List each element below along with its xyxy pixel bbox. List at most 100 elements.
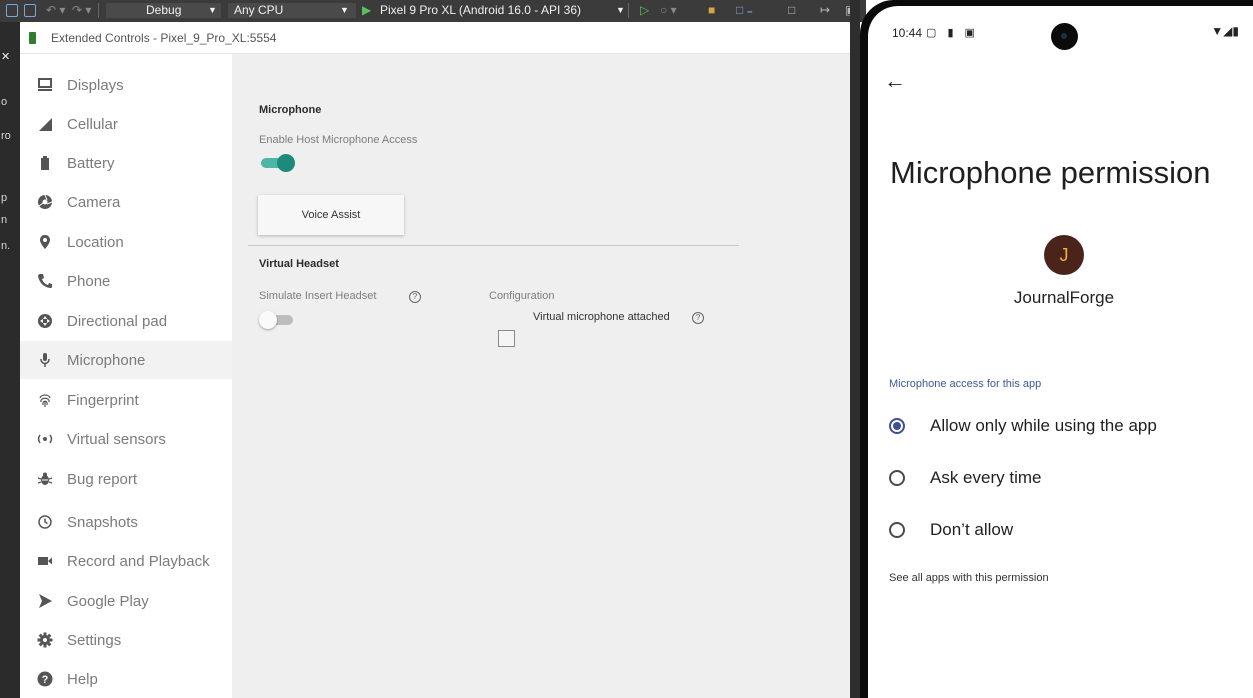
nav-item-battery[interactable]: Battery xyxy=(20,144,232,182)
radio-unselected-icon[interactable] xyxy=(889,470,905,486)
window-title: Extended Controls - Pixel_9_Pro_XL:5554 xyxy=(51,31,277,45)
window-titlebar: Extended Controls - Pixel_9_Pro_XL:5554 xyxy=(20,22,850,54)
microphone-panel: Microphone Enable Host Microphone Access… xyxy=(232,54,850,698)
monitor-icon xyxy=(36,76,54,94)
nav-label: Help xyxy=(67,670,98,688)
platform-dropdown[interactable]: Any CPU ▼ xyxy=(228,3,356,18)
platform-value: Any CPU xyxy=(234,3,284,17)
chevron-down-icon: ▼ xyxy=(208,5,217,15)
nav-label: Google Play xyxy=(67,592,149,610)
nav-item-virtual-sensors[interactable]: Virtual sensors xyxy=(20,420,232,458)
nav-item-fingerprint[interactable]: Fingerprint xyxy=(20,381,232,419)
page-title: Microphone permission xyxy=(890,155,1211,190)
nav-label: Location xyxy=(67,233,124,251)
nav-label: Phone xyxy=(67,272,111,290)
toolbox-icon[interactable]: ■ xyxy=(708,3,715,18)
undo-icon[interactable]: ↶ ▾ xyxy=(46,3,65,18)
see-all-apps-link[interactable]: See all apps with this permission xyxy=(889,572,1049,584)
radio-unselected-icon[interactable] xyxy=(889,522,905,538)
start-without-debug-icon[interactable]: ▷ xyxy=(640,3,649,18)
gear-icon xyxy=(36,631,54,649)
step-icon[interactable]: ↦ xyxy=(820,3,830,18)
simulate-headset-label: Simulate Insert Headset xyxy=(259,290,377,302)
configuration-label: Configuration xyxy=(489,290,555,302)
help-icon[interactable]: ? xyxy=(409,291,421,303)
nav-item-directional-pad[interactable]: Directional pad xyxy=(20,302,232,340)
nav-label: Camera xyxy=(67,193,121,211)
status-time: 10:44 xyxy=(892,26,923,40)
redo-icon[interactable]: ↷ ▾ xyxy=(72,3,91,18)
section-title-microphone: Microphone xyxy=(259,104,322,116)
voice-assist-button[interactable]: Voice Assist xyxy=(258,195,404,235)
device-manager-icon[interactable]: □ ₌ xyxy=(736,3,753,18)
signal-icon xyxy=(36,115,54,133)
nav-item-phone[interactable]: Phone xyxy=(20,262,232,300)
fingerprint-icon xyxy=(36,391,54,409)
simulate-headset-toggle[interactable] xyxy=(259,311,295,329)
window-gap xyxy=(850,0,860,698)
ide-fragment: n xyxy=(1,214,8,226)
app-avatar: J xyxy=(1044,235,1084,275)
enable-mic-toggle[interactable] xyxy=(259,154,295,172)
layout-icon[interactable]: □ xyxy=(788,3,795,18)
radio-label: Ask every time xyxy=(930,468,1042,487)
ide-fragment: p xyxy=(1,192,8,204)
nav-item-snapshots[interactable]: Snapshots xyxy=(20,503,232,541)
bug-icon xyxy=(36,470,54,488)
status-notification-icons: ▢ ▮ ▣ xyxy=(926,27,979,39)
battery-icon xyxy=(36,154,54,172)
chevron-down-icon: ▼ xyxy=(340,5,349,15)
radio-option-allow-while-using[interactable]: Allow only while using the app xyxy=(889,412,1249,440)
dpad-icon xyxy=(36,312,54,330)
nav-item-help[interactable]: ? Help xyxy=(20,660,232,698)
section-header: Microphone access for this app xyxy=(889,378,1042,390)
svg-text:?: ? xyxy=(42,674,49,686)
nav-label: Virtual sensors xyxy=(67,430,166,448)
radio-option-dont-allow[interactable]: Don’t allow xyxy=(889,516,1249,544)
nav-item-camera[interactable]: Camera xyxy=(20,183,232,221)
nav-item-cellular[interactable]: Cellular xyxy=(20,105,232,143)
virtual-mic-checkbox[interactable] xyxy=(498,330,515,347)
video-camera-icon xyxy=(36,552,54,570)
back-arrow-icon[interactable]: ← xyxy=(884,68,906,94)
play-store-icon xyxy=(36,592,54,610)
phone-icon xyxy=(36,272,54,290)
radio-option-ask-every-time[interactable]: Ask every time xyxy=(889,464,1249,492)
location-pin-icon xyxy=(36,233,54,251)
enable-mic-label: Enable Host Microphone Access xyxy=(259,134,418,146)
nav-label: Microphone xyxy=(67,351,146,369)
help-icon[interactable]: ? xyxy=(692,312,704,324)
configuration-dropdown[interactable]: Debug ▼ xyxy=(106,3,221,18)
close-icon[interactable]: ✕ xyxy=(1,50,10,63)
radio-label: Don’t allow xyxy=(930,520,1014,539)
nav-label: Settings xyxy=(67,631,122,649)
ide-toolbar: ↶ ▾ ↷ ▾ Debug ▼ Any CPU ▼ ▶ Pixel 9 Pro … xyxy=(0,0,866,22)
nav-item-displays[interactable]: Displays xyxy=(20,66,232,104)
nav-item-record-playback[interactable]: Record and Playback xyxy=(20,542,232,580)
nav-label: Battery xyxy=(67,154,115,172)
nav-item-microphone[interactable]: Microphone xyxy=(20,341,232,379)
nav-label: Fingerprint xyxy=(67,391,139,409)
nav-item-settings[interactable]: Settings xyxy=(20,621,232,659)
chevron-down-icon[interactable]: ▼ xyxy=(616,3,625,18)
nav-label: Snapshots xyxy=(67,513,138,531)
hot-reload-icon[interactable]: ○ ▾ xyxy=(660,3,677,18)
help-icon: ? xyxy=(36,670,54,688)
save-all-icon[interactable] xyxy=(24,4,36,17)
nav-item-bug-report[interactable]: Bug report xyxy=(20,460,232,498)
ide-fragment: n. xyxy=(1,240,11,252)
nav-label: Directional pad xyxy=(67,312,168,330)
phone-screen: 10:44 ▢ ▮ ▣ ▼◢▮ ← Microphone permission … xyxy=(868,6,1253,698)
nav-item-location[interactable]: Location xyxy=(20,223,232,261)
run-target-label[interactable]: Pixel 9 Pro XL (Android 16.0 - API 36) xyxy=(380,3,581,18)
section-title-virtual-headset: Virtual Headset xyxy=(259,258,339,270)
camera-cutout xyxy=(1051,23,1078,50)
nav-item-google-play[interactable]: Google Play xyxy=(20,582,232,620)
save-icon[interactable] xyxy=(6,4,18,17)
android-window-icon xyxy=(29,32,36,44)
run-play-icon[interactable]: ▶ xyxy=(362,3,371,18)
history-icon xyxy=(36,513,54,531)
radio-label: Allow only while using the app xyxy=(930,416,1157,435)
nav-label: Cellular xyxy=(67,115,118,133)
radio-selected-icon[interactable] xyxy=(889,418,905,434)
